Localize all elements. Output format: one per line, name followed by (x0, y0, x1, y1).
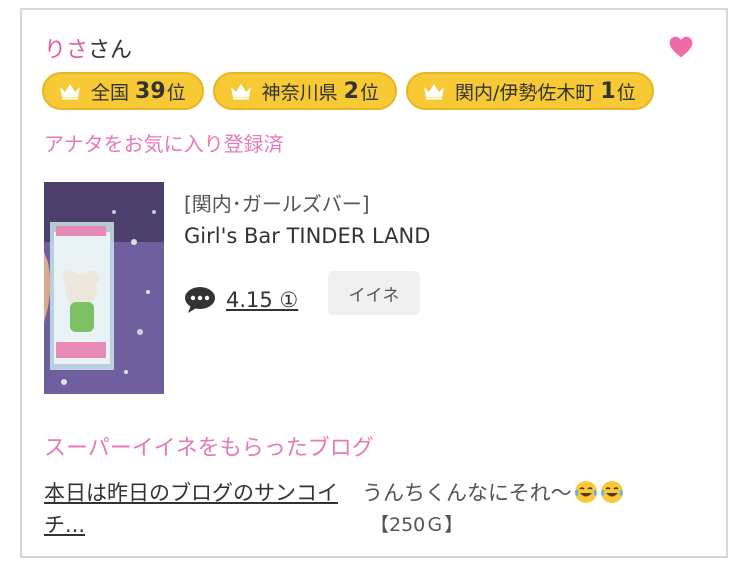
rating: 4.15 ① (184, 286, 298, 314)
tears-of-joy-emoji (600, 481, 623, 503)
ranking-badge-national[interactable]: 全国 39 位 (42, 72, 204, 110)
tears-of-joy-emoji (574, 481, 597, 503)
shop-name[interactable]: Girl's Bar TINDER LAND (184, 224, 430, 248)
blog-heading: スーパーイイネをもらったブログ (44, 436, 374, 461)
heart-icon[interactable] (668, 34, 694, 60)
badge-rank: 39 (135, 78, 166, 104)
badge-rank-suffix: 位 (616, 81, 636, 104)
comment-bubble-icon (185, 287, 215, 313)
crown-icon (230, 84, 251, 100)
ranking-badges: 全国 39 位 神奈川県 2 位 関内/伊勢佐木町 1 位 (42, 72, 654, 110)
blog-points: 【250Ｇ】 (370, 514, 464, 536)
badge-area: 全国 (91, 81, 130, 104)
favorite-status: アナタをお気に入り登録済 (44, 132, 284, 156)
ranking-badge-prefecture[interactable]: 神奈川県 2 位 (212, 72, 397, 110)
blog-comment-text: うんちくんなにそれ〜 (362, 481, 572, 505)
badge-area: 神奈川県 (261, 81, 338, 104)
crown-icon (60, 84, 80, 100)
badge-rank-suffix: 位 (359, 81, 379, 104)
iine-button[interactable]: イイネ (328, 271, 420, 315)
thumbnail-photo (44, 182, 164, 394)
user-name[interactable]: りさ (44, 38, 88, 63)
crown-icon (424, 84, 444, 100)
badge-rank: 2 (343, 78, 359, 104)
badge-rank: 1 (600, 78, 616, 104)
shop-category: [関内･ガールズバー] (184, 192, 370, 216)
user-line: りささん (44, 32, 132, 64)
ranking-card: りささん 全国 39 位 神奈川県 2 位 関内/伊勢佐木町 1 位 アナタをお… (20, 8, 728, 558)
badge-area: 関内/伊勢佐木町 (455, 81, 595, 104)
user-name-suffix: さん (88, 38, 133, 63)
blog-title[interactable]: 本日は昨日のブログのサンコイチ... (44, 477, 360, 541)
blog-comment: うんちくんなにそれ〜 (362, 477, 624, 509)
shop-thumbnail[interactable] (44, 182, 164, 394)
rating-value[interactable]: 4.15 ① (226, 288, 298, 312)
ranking-badge-area[interactable]: 関内/伊勢佐木町 1 位 (406, 72, 654, 110)
badge-rank-suffix: 位 (166, 81, 186, 104)
